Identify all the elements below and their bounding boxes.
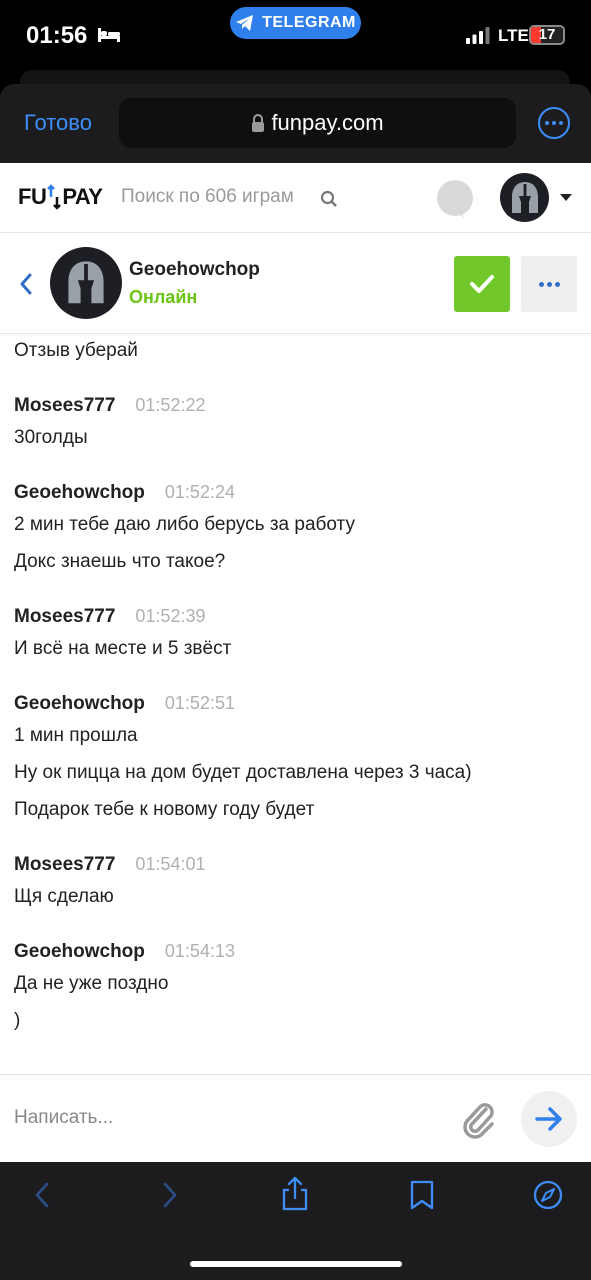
message-header: Geoehowchop 01:52:51	[14, 693, 577, 721]
message-text: Ну ок пицца на дом будет доставлена чере…	[14, 762, 472, 783]
battery-icon: 17	[529, 25, 565, 45]
browser-toolbar	[0, 1162, 591, 1280]
share-icon[interactable]	[280, 1176, 310, 1212]
logo-text-left: FU	[18, 184, 47, 209]
message-group: Geoehowchop 01:52:24 2 мин тебе даю либо б…	[0, 482, 591, 584]
user-avatar[interactable]	[500, 173, 549, 222]
search-input[interactable]: Поиск по 606 играм	[121, 186, 294, 208]
network-type: LTE	[498, 26, 529, 45]
helmet-icon	[511, 181, 538, 213]
message-text: Щя сделаю	[14, 886, 114, 907]
browser-header: Готово funpay.com	[0, 84, 591, 163]
logo-text-right: PAY	[62, 184, 103, 209]
message-group: Mosees777 01:52:39 И всё на месте и 5 звёс…	[0, 606, 591, 671]
message-group: Geoehowchop 01:54:13 Да не уже поздно)	[0, 941, 591, 1043]
message-list[interactable]: Geoehowchop01:52:12Отзыв уберай Mosees777…	[0, 334, 591, 1074]
message-author[interactable]: Mosees777	[14, 606, 115, 628]
contact-name[interactable]: Geoehowchop	[129, 259, 260, 281]
message-header: Mosees777 01:52:22	[14, 395, 577, 423]
done-button[interactable]: Готово	[24, 110, 92, 136]
url-text: funpay.com	[271, 110, 384, 135]
message-time: 01:52:39	[135, 606, 206, 626]
message-text: )	[14, 1010, 21, 1031]
message-text: 1 мин прошла	[14, 725, 138, 746]
back-arrow-icon[interactable]	[16, 271, 36, 297]
message-author[interactable]: Geoehowchop	[14, 693, 145, 715]
message-group: Mosees777 01:54:01 Щя сделаю	[0, 854, 591, 919]
message-group: Mosees777 01:52:22 30голды	[0, 395, 591, 460]
message-time: 01:54:13	[164, 941, 235, 961]
message-text: Подарок тебе к новому году будет	[14, 799, 315, 820]
message-header: Mosees777 01:54:01	[14, 854, 577, 882]
logo-arrows-icon	[47, 184, 62, 210]
paperclip-icon[interactable]	[458, 1097, 498, 1141]
online-status: Онлайн	[129, 287, 198, 307]
message-text: Докс знаешь что такое?	[14, 551, 226, 572]
search-icon[interactable]	[320, 190, 338, 208]
signal-icon	[466, 27, 490, 44]
helmet-icon	[68, 261, 104, 304]
more-options-button[interactable]	[538, 107, 570, 139]
message-time: 01:52:51	[164, 693, 235, 713]
message-group: Geoehowchop 01:52:51 1 мин прошла Ну ок пиц…	[0, 693, 591, 832]
telegram-return-pill[interactable]: TELEGRAM	[230, 7, 361, 39]
address-bar[interactable]: funpay.com	[119, 98, 516, 148]
message-text: 2 мин тебе даю либо берусь за работу	[14, 514, 355, 535]
status-time: 01:56	[26, 22, 88, 49]
message-text: И всё на месте и 5 звёст	[14, 638, 232, 659]
message-header: Geoehowchop 01:52:24	[14, 482, 577, 510]
lock-icon	[252, 114, 265, 132]
arrow-right-icon	[535, 1107, 562, 1131]
message-time: 01:52:24	[164, 482, 235, 502]
message-time: 01:54:01	[135, 854, 206, 874]
message-author[interactable]: Geoehowchop	[14, 941, 145, 963]
message-input[interactable]: Написать...	[14, 1107, 113, 1129]
chat-header: Geoehowchop Онлайн	[0, 233, 591, 334]
message-text: 30голды	[14, 427, 88, 448]
message-text: Отзыв уберай	[14, 340, 138, 361]
message-author[interactable]: Mosees777	[14, 395, 115, 417]
message-author[interactable]: Mosees777	[14, 854, 115, 876]
message-author[interactable]: Geoehowchop	[14, 482, 145, 504]
telegram-label: TELEGRAM	[262, 14, 356, 31]
bed-icon	[98, 28, 120, 42]
send-button[interactable]	[521, 1091, 577, 1147]
status-bar: 01:56 TELEGRAM LTE 17	[0, 0, 591, 70]
bookmarks-icon[interactable]	[407, 1180, 437, 1210]
compass-icon[interactable]	[533, 1180, 563, 1210]
composer: Написать...	[0, 1074, 591, 1162]
confirm-button[interactable]	[454, 256, 510, 312]
funpay-logo[interactable]: FU PAY	[18, 184, 103, 210]
chat-menu-button[interactable]	[521, 256, 577, 312]
forward-icon[interactable]	[154, 1180, 184, 1210]
back-icon[interactable]	[28, 1180, 58, 1210]
battery-level: 17	[538, 26, 556, 43]
contact-avatar[interactable]	[50, 247, 122, 319]
chevron-down-icon[interactable]	[560, 194, 572, 201]
telegram-icon	[236, 15, 254, 31]
home-indicator	[190, 1261, 402, 1267]
chat-bubble-icon[interactable]	[437, 180, 473, 218]
message-header: Geoehowchop 01:54:13	[14, 941, 577, 969]
checkmark-icon	[470, 275, 494, 293]
message-group: Geoehowchop01:52:12Отзыв уберай	[0, 334, 591, 373]
site-header: FU PAY Поиск по 606 играм	[0, 163, 591, 233]
message-text: Да не уже поздно	[14, 973, 169, 994]
message-time: 01:52:22	[135, 395, 206, 415]
message-header: Mosees777 01:52:39	[14, 606, 577, 634]
